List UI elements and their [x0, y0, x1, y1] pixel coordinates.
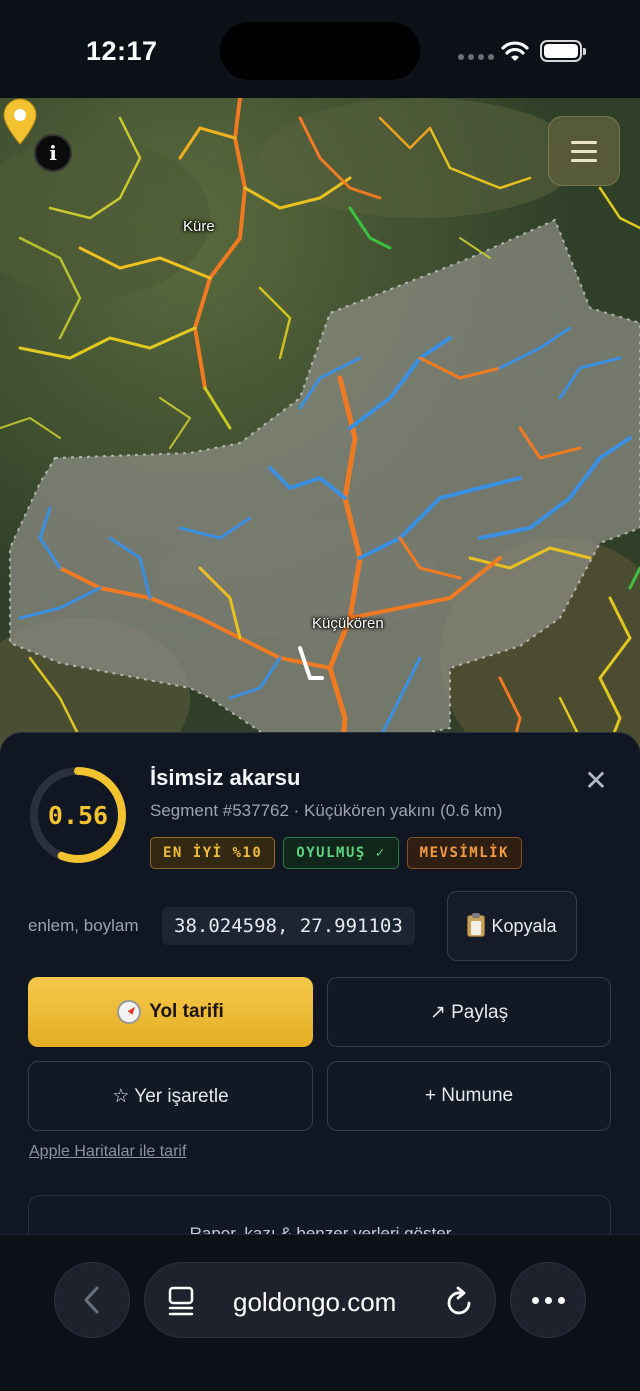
- coords-label: enlem, boylam: [28, 916, 139, 935]
- score-value: 0.56: [47, 800, 109, 830]
- browser-toolbar: goldongo.com: [0, 1234, 640, 1391]
- menu-button[interactable]: [548, 116, 620, 186]
- badge-list: EN İYİ %10 OYULMUŞ ✓ MEVSİMLİK: [150, 837, 523, 869]
- back-button[interactable]: [54, 1262, 130, 1338]
- map-canvas: [0, 98, 640, 778]
- battery-icon: [540, 40, 586, 62]
- share-button[interactable]: ↗ Paylaş: [327, 977, 611, 1047]
- hamburger-menu-icon: [571, 140, 597, 144]
- place-label-kucukoren: Küçükören: [312, 615, 384, 632]
- segment-subtitle: Segment #537762 · Küçükören yakını (0.6 …: [150, 801, 503, 820]
- map-view[interactable]: i Küre Küçükören: [0, 98, 640, 778]
- stream-title: İsimsiz akarsu: [150, 765, 301, 790]
- place-label-kure: Küre: [183, 218, 215, 235]
- ellipsis-icon: [531, 1296, 539, 1304]
- directions-button[interactable]: Yol tarifi: [28, 977, 313, 1047]
- page-menu-icon[interactable]: [167, 1285, 197, 1317]
- chevron-left-icon: [84, 1286, 99, 1314]
- address-bar[interactable]: goldongo.com: [144, 1262, 496, 1338]
- reload-icon[interactable]: [445, 1285, 475, 1317]
- wifi-icon: [501, 41, 529, 61]
- badge-top10: EN İYİ %10: [150, 837, 276, 869]
- compass-icon: [117, 1000, 142, 1024]
- add-sample-button[interactable]: + Numune: [327, 1061, 611, 1131]
- dynamic-island: [220, 22, 420, 80]
- badge-voted: OYULMUŞ ✓: [283, 837, 399, 869]
- copy-label: Kopyala: [491, 915, 557, 936]
- status-bar: 12:17: [0, 0, 640, 98]
- status-time: 12:17: [86, 36, 158, 66]
- signal-icon: [458, 54, 494, 60]
- close-icon[interactable]: ✕: [582, 767, 610, 795]
- clipboard-icon: [467, 913, 486, 937]
- sample-label: + Numune: [424, 1085, 514, 1106]
- location-pin-icon[interactable]: [0, 98, 40, 146]
- share-label: ↗ Paylaş: [429, 1001, 509, 1023]
- directions-label: Yol tarifi: [149, 1001, 224, 1022]
- apple-maps-link[interactable]: Apple Haritalar ile tarif: [29, 1143, 186, 1161]
- copy-button[interactable]: Kopyala: [447, 891, 577, 961]
- badge-seasonal: MEVSİMLİK: [406, 837, 523, 869]
- bookmark-label: ☆ Yer işaretle: [112, 1085, 229, 1107]
- bookmark-button[interactable]: ☆ Yer işaretle: [28, 1061, 313, 1131]
- detail-sheet: 0.56 İsimsiz akarsu Segment #537762 · Kü…: [0, 732, 640, 1252]
- url-text: goldongo.com: [233, 1287, 397, 1317]
- more-options-button[interactable]: [510, 1262, 586, 1338]
- coords-value[interactable]: 38.024598, 27.991103: [162, 907, 415, 945]
